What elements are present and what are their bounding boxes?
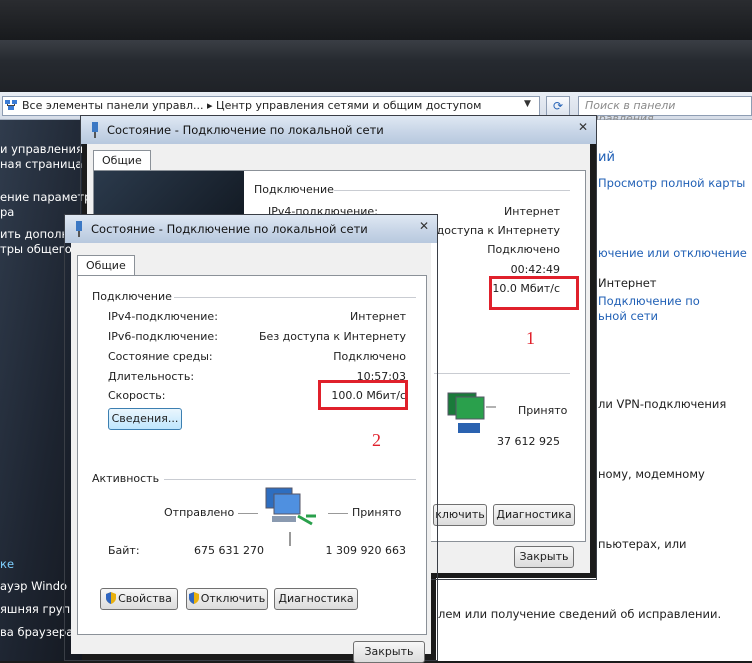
uac-shield-icon	[188, 592, 199, 604]
task-description: пьютерах, или	[598, 537, 687, 551]
local-connection-link-cont[interactable]: ьной сети	[598, 309, 658, 323]
duration-value: 00:42:49	[510, 263, 560, 276]
group-connection-label: Подключение	[92, 290, 172, 303]
received-label: Принято	[518, 404, 568, 417]
window-title: Состояние - Подключение по локальной сет…	[91, 222, 368, 236]
group-divider	[164, 479, 416, 480]
network-adapter-icon	[76, 221, 82, 237]
close-button[interactable]: Закрыть	[514, 546, 574, 568]
diagnose-button[interactable]: Диагностика	[274, 588, 358, 610]
speed-label: Скорость:	[108, 389, 166, 402]
ipv4-value: Интернет	[350, 310, 406, 323]
diagnose-button[interactable]: Диагностика	[493, 504, 575, 526]
left-nav-item[interactable]: ная страница	[0, 157, 82, 171]
network-activity-icon	[447, 392, 496, 433]
details-button[interactable]: Сведения...	[108, 408, 182, 430]
bytes-label: Байт:	[108, 544, 140, 557]
tab-general[interactable]: Общие	[77, 255, 135, 275]
connect-disconnect-link[interactable]: ючение или отключение	[598, 246, 747, 260]
left-nav-see-also[interactable]: ке	[0, 557, 14, 571]
uac-shield-icon	[106, 592, 117, 604]
bytes-sent-value: 675 631 270	[194, 544, 264, 557]
bytes-received-value: 37 612 925	[497, 435, 560, 448]
ipv4-value: Интернет	[504, 205, 560, 218]
left-nav-item[interactable]: ауэр Windo	[0, 579, 67, 593]
title-bar[interactable]: Состояние - Подключение по локальной сет…	[81, 116, 596, 144]
title-bar[interactable]: Состояние - Подключение по локальной сет…	[65, 215, 437, 243]
access-type-value: Интернет	[598, 276, 657, 290]
tab-page: Подключение IPv4-подключение: Интернет I…	[77, 275, 427, 635]
group-divider	[334, 190, 570, 191]
group-divider	[174, 297, 416, 298]
close-icon[interactable]: ✕	[578, 120, 588, 134]
window-title: Состояние - Подключение по локальной сет…	[107, 123, 384, 137]
bytes-received-value: 1 309 920 663	[325, 544, 406, 557]
view-full-map-link[interactable]: Просмотр полной карты	[598, 176, 745, 190]
tab-general[interactable]: Общие	[93, 150, 151, 170]
close-button[interactable]: Закрыть	[353, 641, 425, 663]
search-input[interactable]: Поиск в панели управления	[578, 96, 752, 125]
ipv6-label: IPv6-подключение:	[108, 330, 218, 343]
group-divider	[434, 373, 570, 374]
local-connection-link[interactable]: Подключение по	[598, 294, 700, 308]
status-window-2: Состояние - Подключение по локальной сет…	[64, 214, 438, 663]
close-icon[interactable]: ✕	[419, 219, 429, 233]
network-folder-icon	[5, 100, 17, 110]
group-activity-label: Активность	[92, 472, 160, 485]
media-state-value: Подключено	[487, 243, 560, 256]
properties-button-label: Свойства	[118, 592, 172, 605]
annotation-number-1: 1	[526, 328, 535, 348]
breadcrumb[interactable]: Все элементы панели управл... ▸ Центр уп…	[22, 99, 481, 112]
network-activity-icon	[265, 487, 316, 526]
sent-label: Отправлено	[164, 506, 235, 519]
left-nav-item[interactable]: ва браузера	[0, 625, 73, 639]
properties-button[interactable]: Свойства	[100, 588, 178, 610]
duration-label: Длительность:	[108, 370, 195, 383]
media-state-label: Состояние среды:	[108, 350, 213, 363]
network-adapter-icon	[92, 122, 98, 138]
left-nav-item[interactable]: тры общего	[0, 242, 72, 256]
task-description: ному, модемному	[598, 467, 705, 481]
highlight-box-speed-2	[318, 380, 408, 410]
left-nav-item[interactable]: ение параметр	[0, 190, 91, 204]
ipv4-label: IPv4-подключение:	[108, 310, 218, 323]
network-center-content-bottom: лем или получение сведений об исправлени…	[436, 578, 752, 661]
left-nav-item[interactable]: и управления -	[0, 142, 91, 156]
annotation-number-2: 2	[372, 430, 381, 450]
sent-line	[238, 513, 258, 514]
left-nav-item[interactable]: ра	[0, 205, 14, 219]
received-label: Принято	[352, 506, 402, 519]
disconnect-button-label: Отключить	[200, 592, 266, 605]
section-heading: ий	[598, 150, 615, 165]
task-description: лем или получение сведений об исправлени…	[438, 607, 722, 621]
chevron-down-icon[interactable]: ▼	[524, 99, 531, 109]
task-description: ли VPN-подключения	[598, 397, 727, 411]
media-state-value: Подключено	[333, 350, 406, 363]
ipv6-value: Без доступа к Интернету	[259, 330, 406, 343]
highlight-box-speed-1	[489, 276, 579, 310]
window-toolbar-strip	[0, 40, 752, 92]
group-connection-label: Подключение	[254, 183, 334, 196]
disconnect-button[interactable]: ключить	[433, 504, 487, 526]
window-frame-top	[0, 0, 752, 40]
received-line	[328, 513, 348, 514]
activity-divider	[289, 532, 291, 546]
disconnect-button[interactable]: Отключить	[186, 588, 268, 610]
refresh-button[interactable]: ⟳	[546, 96, 570, 116]
